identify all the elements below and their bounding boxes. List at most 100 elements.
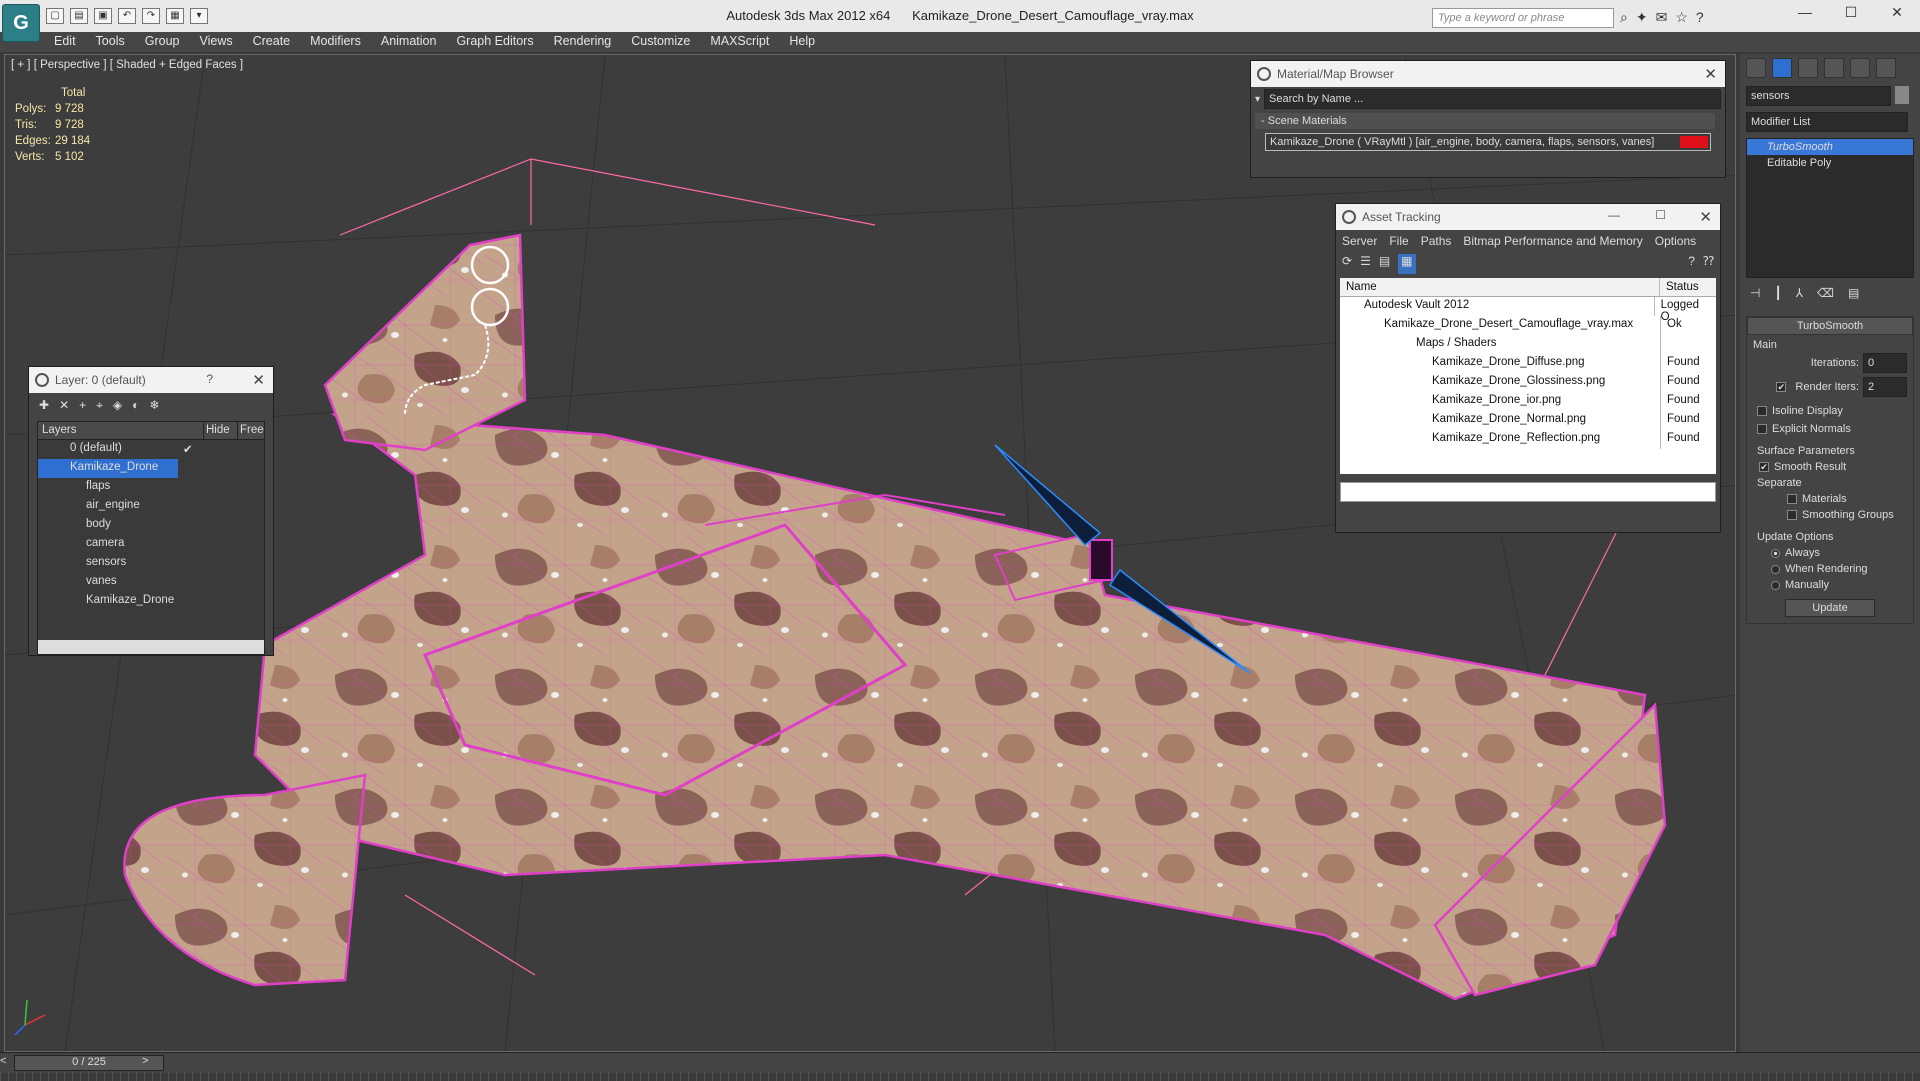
create-layer-icon[interactable]: ✚ [39,398,49,414]
table-row[interactable]: Kamikaze_Drone_Glossiness.png Found [1340,373,1716,392]
table-row[interactable]: Kamikaze_Drone_Normal.png Found [1340,411,1716,430]
favorites-icon[interactable]: ☆ [1675,9,1688,26]
menu-group[interactable]: Group [135,32,190,52]
iterations-spinner[interactable]: 0 [1863,353,1907,373]
undo-icon[interactable]: ↶ [118,8,136,24]
menu-create[interactable]: Create [243,32,301,52]
remove-modifier-icon[interactable]: ⌫ [1817,286,1834,302]
list-view-icon[interactable]: ☰ [1360,254,1371,274]
new-file-icon[interactable]: ▢ [46,8,64,24]
stack-item-turbosmooth[interactable]: TurboSmooth [1747,139,1913,155]
menu-animation[interactable]: Animation [371,32,447,52]
maximize-icon[interactable]: ☐ [1828,4,1874,21]
hide-all-icon[interactable]: ◐ [132,398,139,414]
table-row[interactable]: Kamikaze_Drone_Diffuse.png Found [1340,354,1716,373]
pin-stack-icon[interactable]: ⊣ [1750,286,1760,302]
refresh-icon[interactable]: ⟳ [1342,254,1352,274]
asset-path-field[interactable] [1340,482,1716,502]
menu-help[interactable]: Help [779,32,825,52]
menu-edit[interactable]: Edit [44,32,86,52]
help-icon[interactable]: ? [206,372,213,386]
freeze-all-icon[interactable]: ❄ [149,398,159,414]
show-end-result-icon[interactable]: ┃ [1774,286,1781,302]
layer-row-selected[interactable]: Kamikaze_Drone [38,459,178,478]
menu-file[interactable]: File [1389,234,1408,248]
maximize-icon[interactable]: ☐ [1655,208,1666,222]
horizontal-scrollbar[interactable] [38,640,264,654]
render-iters-checkbox[interactable]: ✔ [1776,382,1787,392]
table-row[interactable]: Autodesk Vault 2012 Logged O [1340,297,1716,323]
menu-customize[interactable]: Customize [621,32,700,52]
minimize-icon[interactable]: — [1608,208,1620,222]
project-icon[interactable]: ▦ [166,8,184,24]
scene-materials-section[interactable]: - Scene Materials [1255,113,1715,129]
redo-icon[interactable]: ↷ [142,8,160,24]
next-frame-icon[interactable]: > [142,1055,148,1067]
object-color-swatch[interactable] [1895,86,1909,104]
create-tab-icon[interactable] [1746,58,1766,78]
app-logo-button[interactable]: G [2,4,40,42]
layer-row[interactable]: body [38,516,264,535]
help-context-icon[interactable]: ⁇ [1703,254,1714,274]
motion-tab-icon[interactable] [1824,58,1844,78]
table-row[interactable]: Kamikaze_Drone_Desert_Camouflage_vray.ma… [1340,316,1716,335]
always-radio[interactable] [1771,548,1780,558]
col-layers-header[interactable]: Layers [38,422,203,439]
hierarchy-tab-icon[interactable] [1798,58,1818,78]
configure-sets-icon[interactable]: ▤ [1848,286,1859,302]
when-rendering-radio[interactable] [1771,564,1780,574]
delete-layer-icon[interactable]: ✕ [59,398,69,414]
layer-row[interactable]: 0 (default) ✔ [38,440,264,459]
binoculars-icon[interactable]: ⌕ [1620,9,1628,26]
render-iters-spinner[interactable]: 2 [1863,377,1907,397]
modify-tab-icon[interactable] [1772,58,1792,78]
layer-row[interactable]: vanes [38,573,264,592]
smooth-result-checkbox[interactable]: ✔ [1759,462,1769,473]
viewport-label[interactable]: [ + ] [ Perspective ] [ Shaded + Edged F… [11,59,243,71]
menu-options[interactable]: Options [1655,234,1696,248]
table-view-icon[interactable]: ▦ [1398,254,1416,274]
close-icon[interactable]: ✕ [1704,65,1717,83]
isoline-checkbox[interactable] [1757,406,1767,417]
menu-bitmap-performance[interactable]: Bitmap Performance and Memory [1463,234,1642,248]
select-objects-icon[interactable]: ⌖ [96,398,103,414]
material-search-input[interactable]: Search by Name ... [1264,89,1721,109]
smoothing-groups-checkbox[interactable] [1787,510,1797,521]
open-file-icon[interactable]: ▤ [70,8,88,24]
col-hide-header[interactable]: Hide [203,422,237,439]
close-icon[interactable]: ✕ [1874,4,1920,21]
col-freeze-header[interactable]: Freeze [237,422,264,439]
prev-frame-icon[interactable]: < [0,1055,6,1067]
menu-views[interactable]: Views [189,32,242,52]
menu-modifiers[interactable]: Modifiers [300,32,371,52]
menu-graph-editors[interactable]: Graph Editors [446,32,543,52]
close-icon[interactable]: ✕ [1699,208,1712,226]
rollout-title[interactable]: TurboSmooth [1747,317,1913,335]
stack-item-editable-poly[interactable]: Editable Poly [1747,155,1913,171]
subscription-icon[interactable]: ✦ [1636,9,1648,26]
col-name-header[interactable]: Name [1340,278,1660,296]
layer-row[interactable]: Kamikaze_Drone [38,592,264,611]
highlight-layer-icon[interactable]: ◈ [113,398,122,414]
make-unique-icon[interactable]: ⅄ [1796,286,1803,302]
explicit-normals-checkbox[interactable] [1757,424,1767,435]
display-tab-icon[interactable] [1850,58,1870,78]
help-icon[interactable]: ? [1688,254,1695,274]
materials-checkbox[interactable] [1787,494,1797,505]
menu-server[interactable]: Server [1342,234,1377,248]
dropdown-arrow-icon[interactable]: ▾ [1255,94,1260,105]
scene-material-item[interactable]: Kamikaze_Drone ( VRayMtl ) [air_engine, … [1265,133,1711,151]
layer-row[interactable]: camera [38,535,264,554]
search-input[interactable]: Type a keyword or phrase [1432,8,1614,28]
object-name-input[interactable]: sensors [1746,86,1891,106]
minimize-icon[interactable]: — [1782,4,1828,21]
table-row[interactable]: Kamikaze_Drone_ior.png Found [1340,392,1716,411]
dropdown-icon[interactable]: ▾ [190,8,208,24]
thumbnail-view-icon[interactable]: ▤ [1379,254,1390,274]
table-row[interactable]: Kamikaze_Drone_Reflection.png Found [1340,430,1716,449]
help-icon[interactable]: ? [1696,9,1704,26]
modifier-list-dropdown[interactable]: Modifier List [1746,112,1908,132]
communication-icon[interactable]: ✉ [1656,9,1668,26]
manually-radio[interactable] [1771,580,1780,590]
menu-maxscript[interactable]: MAXScript [700,32,779,52]
